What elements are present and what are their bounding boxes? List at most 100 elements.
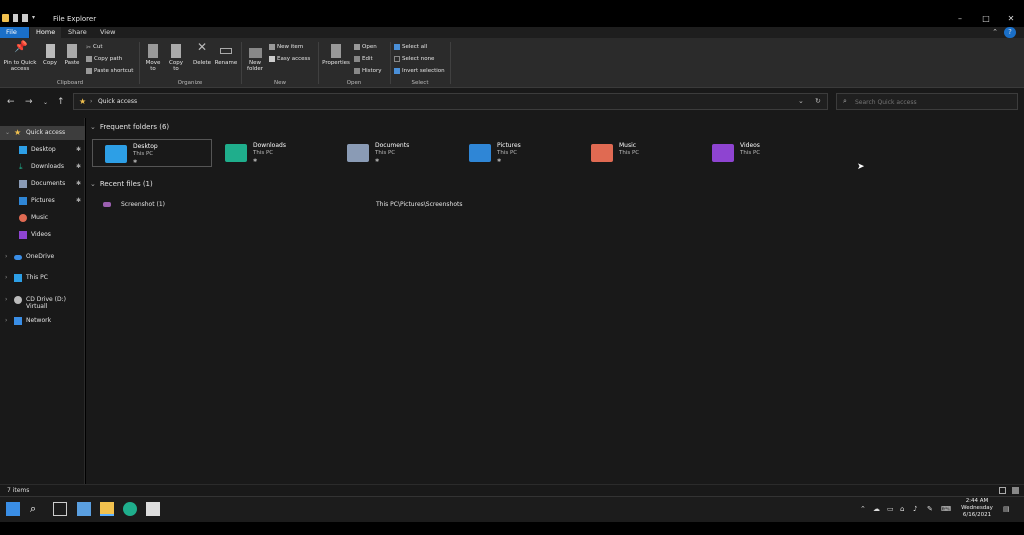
- chevron-right-icon[interactable]: ›: [5, 317, 7, 324]
- history-button[interactable]: History: [354, 66, 382, 75]
- network-icon[interactable]: ⌂: [900, 505, 904, 513]
- minimize-button[interactable]: –: [953, 14, 967, 24]
- forward-icon[interactable]: →: [25, 97, 33, 107]
- music-icon: [19, 214, 27, 222]
- close-button[interactable]: ✕: [1004, 14, 1018, 24]
- sidebar-item-downloads[interactable]: ⤓ Downloads ✱: [0, 160, 85, 174]
- tab-home[interactable]: Home: [30, 27, 62, 38]
- copy-path-button[interactable]: Copy path: [86, 54, 122, 63]
- search-box[interactable]: ⌕: [836, 93, 1018, 110]
- chevron-right-icon[interactable]: ›: [5, 253, 7, 260]
- clock[interactable]: 2:44 AM Wednesday 6/16/2021: [955, 498, 999, 519]
- cut-button[interactable]: ✂ Cut: [86, 42, 103, 51]
- open-button[interactable]: Open: [354, 42, 377, 51]
- folder-tile-music[interactable]: Music This PC: [579, 139, 699, 167]
- sidebar-item-onedrive[interactable]: › OneDrive: [0, 250, 85, 264]
- chevron-right-icon[interactable]: ›: [90, 98, 92, 105]
- address-bar[interactable]: ★ › Quick access ⌄ ↻: [73, 93, 828, 110]
- properties-icon[interactable]: [13, 14, 18, 22]
- folder-tile-desktop[interactable]: Desktop This PC ✱: [92, 139, 212, 167]
- recent-locations-icon[interactable]: ⌄: [43, 99, 48, 106]
- pin-to-quick-access-button[interactable]: 📌 Pin to Quick access: [2, 41, 38, 72]
- document-icon: [19, 180, 27, 188]
- tab-share[interactable]: Share: [62, 27, 93, 38]
- keyboard-icon[interactable]: ⌨: [941, 505, 951, 513]
- search-input[interactable]: [855, 97, 1010, 107]
- organize-group-label: Organize: [177, 80, 203, 86]
- select-none-button[interactable]: Select none: [394, 54, 434, 63]
- new-folder-icon[interactable]: [22, 14, 28, 22]
- chevron-down-icon[interactable]: ▾: [32, 14, 35, 22]
- file-explorer-icon[interactable]: [100, 502, 114, 516]
- recent-files-header[interactable]: ⌄ Recent files (1): [90, 180, 153, 188]
- star-icon: ★: [14, 128, 22, 137]
- open-group-label: Open: [346, 80, 362, 86]
- widgets-icon[interactable]: [77, 502, 91, 516]
- refresh-icon[interactable]: ↻: [815, 97, 821, 105]
- tab-view[interactable]: View: [94, 27, 121, 38]
- back-icon[interactable]: ←: [7, 97, 15, 107]
- properties-button[interactable]: Properties: [322, 44, 350, 66]
- folder-tile-videos[interactable]: Videos This PC: [700, 139, 820, 167]
- sidebar-item-network[interactable]: › Network: [0, 314, 85, 328]
- address-path[interactable]: Quick access: [98, 98, 137, 105]
- chevron-up-icon[interactable]: ⌃: [860, 505, 866, 513]
- help-icon[interactable]: ?: [1004, 27, 1016, 38]
- folder-tile-documents[interactable]: Documents This PC ✱: [335, 139, 455, 167]
- sidebar-item-cd-drive[interactable]: › CD Drive (D:) Virtuall: [0, 293, 85, 310]
- select-none-icon: [394, 55, 400, 62]
- rename-button[interactable]: Rename: [214, 44, 238, 66]
- move-to-icon: [148, 44, 158, 58]
- copy-path-icon: [86, 55, 92, 62]
- volume-icon[interactable]: ♪: [913, 505, 917, 513]
- battery-icon[interactable]: ▭: [887, 505, 894, 513]
- paste-shortcut-button[interactable]: Paste shortcut: [86, 66, 133, 75]
- new-folder-button[interactable]: New folder: [244, 44, 266, 72]
- sidebar-item-videos[interactable]: Videos: [0, 228, 85, 242]
- invert-selection-button[interactable]: Invert selection: [394, 66, 445, 75]
- move-to-button[interactable]: Move to: [143, 44, 163, 72]
- start-icon[interactable]: [6, 502, 20, 516]
- sidebar-item-quick-access[interactable]: ⌄ ★ Quick access: [0, 126, 85, 140]
- up-icon[interactable]: ↑: [57, 97, 65, 107]
- folder-icon: [2, 14, 9, 22]
- collapse-ribbon-icon[interactable]: ⌃: [988, 27, 1002, 37]
- large-icons-view-icon[interactable]: [1012, 487, 1019, 494]
- edge-icon[interactable]: [123, 502, 137, 516]
- chevron-down-icon[interactable]: ⌄: [798, 97, 804, 105]
- copy-button[interactable]: Copy: [40, 44, 60, 66]
- sidebar-item-this-pc[interactable]: › This PC: [0, 271, 85, 285]
- chevron-right-icon[interactable]: ›: [5, 274, 7, 281]
- properties-icon: [331, 44, 341, 58]
- select-all-button[interactable]: Select all: [394, 42, 427, 51]
- pen-icon[interactable]: ✎: [927, 505, 933, 513]
- sidebar-item-desktop[interactable]: Desktop ✱: [0, 143, 85, 157]
- frequent-folders-header[interactable]: ⌄ Frequent folders (6): [90, 123, 169, 131]
- folder-tile-downloads[interactable]: Downloads This PC ✱: [213, 139, 333, 167]
- new-item-button[interactable]: New item: [269, 42, 303, 51]
- folder-tile-pictures[interactable]: Pictures This PC ✱: [457, 139, 577, 167]
- store-icon[interactable]: [146, 502, 160, 516]
- search-icon[interactable]: ⌕: [30, 502, 44, 516]
- chevron-down-icon[interactable]: ⌄: [90, 180, 96, 188]
- task-view-icon[interactable]: [53, 502, 67, 516]
- tab-file[interactable]: File: [0, 27, 29, 38]
- chevron-down-icon[interactable]: ⌄: [5, 129, 10, 136]
- sidebar-item-pictures[interactable]: Pictures ✱: [0, 194, 85, 208]
- documents-folder-icon: [347, 144, 369, 162]
- maximize-button[interactable]: □: [979, 14, 993, 24]
- status-bar: 7 items: [0, 484, 1024, 496]
- details-view-icon[interactable]: [999, 487, 1006, 494]
- chevron-right-icon[interactable]: ›: [5, 296, 7, 303]
- easy-access-button[interactable]: Easy access: [269, 54, 310, 63]
- list-item[interactable]: Screenshot (1) This PC\Pictures\Screensh…: [103, 200, 603, 212]
- sidebar-item-music[interactable]: Music: [0, 211, 85, 225]
- copy-to-button[interactable]: Copy to: [166, 44, 186, 72]
- edit-button[interactable]: Edit: [354, 54, 373, 63]
- paste-button[interactable]: Paste: [62, 44, 82, 66]
- notifications-icon[interactable]: ▤: [1003, 505, 1010, 513]
- chevron-down-icon[interactable]: ⌄: [90, 123, 96, 131]
- sidebar-item-documents[interactable]: Documents ✱: [0, 177, 85, 191]
- cloud-icon[interactable]: ☁: [873, 505, 880, 513]
- delete-button[interactable]: ✕ Delete: [192, 41, 212, 66]
